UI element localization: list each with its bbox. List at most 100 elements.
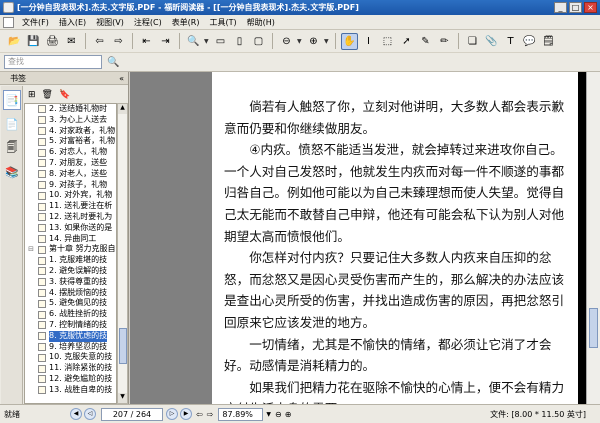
bookmark-item[interactable]: 4. 对家政者，礼物 xyxy=(25,126,116,137)
bookmark-item[interactable]: 10. 对外宾，礼物 xyxy=(25,190,116,201)
bookmark-item[interactable]: 5. 对富裕者，礼物 xyxy=(25,136,116,147)
fit-page-icon[interactable]: ▭ xyxy=(212,33,229,50)
bookmark-item[interactable]: 12. 送礼时要礼为 xyxy=(25,212,116,223)
highlight-icon[interactable]: ✏ xyxy=(436,33,453,50)
bookmark-item[interactable]: 2. 送结婚礼物时 xyxy=(25,104,116,115)
zoom-input[interactable]: 87.89% xyxy=(218,407,264,421)
bookmark-item[interactable]: 11. 送礼要注在析 xyxy=(25,201,116,212)
attachments-tab-icon[interactable]: 📚 xyxy=(3,162,21,182)
delete-bookmark-icon[interactable]: 🗑 xyxy=(42,90,53,100)
prev-page-button-icon[interactable]: ◁ xyxy=(84,408,96,420)
comment-icon[interactable]: 💬 xyxy=(521,33,538,50)
bookmark-item[interactable]: 3. 获得尊重的技 xyxy=(25,277,116,288)
bookmark-item[interactable]: 8. 克服忧虑的技 xyxy=(25,330,116,342)
bookmark-item[interactable]: 6. 战胜挫折的技 xyxy=(25,309,116,320)
search-input[interactable]: 查找 xyxy=(4,55,102,69)
next-page-button-icon[interactable]: ▷ xyxy=(166,408,178,420)
bookmark-item[interactable]: 2. 避免误解的技 xyxy=(25,266,116,277)
snapshot-icon[interactable]: ⬚ xyxy=(379,33,396,50)
zoom-dropdown-icon[interactable]: ▼ xyxy=(266,411,271,418)
menu-insert[interactable]: 插入(E) xyxy=(54,17,91,28)
bookmark-page-icon xyxy=(38,364,46,373)
first-page-button-icon[interactable]: ◀ xyxy=(70,408,82,420)
bookmark-item[interactable]: 10. 克服失意的技 xyxy=(25,352,116,363)
bookmark-page-icon xyxy=(38,288,46,297)
zoom-out-small-icon[interactable]: ⊖ xyxy=(275,410,282,419)
back-icon[interactable]: ⇦ xyxy=(91,33,108,50)
menu-tools[interactable]: 工具(T) xyxy=(205,17,242,28)
bookmark-scrollbar[interactable]: ▲ ▼ xyxy=(117,103,128,404)
expand-bookmark-icon[interactable]: ⊞ xyxy=(28,90,36,100)
bookmark-item[interactable]: 13. 战胜自卑的技 xyxy=(25,385,116,396)
bookmark-item[interactable]: 13. 如果你送的是 xyxy=(25,223,116,234)
zoom-in-small-icon[interactable]: ⊕ xyxy=(285,410,292,419)
menu-comment[interactable]: 注程(C) xyxy=(129,17,167,28)
pages-tab-icon[interactable]: 📄 xyxy=(3,114,21,134)
select-icon[interactable]: ➚ xyxy=(398,33,415,50)
last-page-icon[interactable]: ⇥ xyxy=(157,33,174,50)
add-bookmark-icon[interactable]: 🔖 xyxy=(59,90,70,100)
menu-file[interactable]: 文件(F) xyxy=(17,17,54,28)
collapse-panel-icon[interactable]: « xyxy=(119,74,124,83)
zoom-icon[interactable]: 🔍 xyxy=(185,33,202,50)
attach-icon[interactable]: 📎 xyxy=(483,33,500,50)
document-icon[interactable] xyxy=(3,16,14,28)
layers-tab-icon[interactable]: 🗐 xyxy=(3,138,21,158)
first-page-icon[interactable]: ⇤ xyxy=(138,33,155,50)
zoom-in-icon[interactable]: ⊕ xyxy=(305,33,322,50)
scroll-down-icon[interactable]: ▼ xyxy=(118,393,127,403)
bookmark-item[interactable]: 7. 对朋友，送些 xyxy=(25,158,116,169)
last-page-button-icon[interactable]: ▶ xyxy=(180,408,192,420)
bookmark-item[interactable]: 11. 消除紧张的技 xyxy=(25,363,116,374)
collapse-tree-icon[interactable]: ⊟ xyxy=(27,244,35,255)
pdf-page[interactable]: 倘若有人触怒了你，立刻对他讲明，大多数人都会表示歉意而仍要和你继续做朋友。 ④内疚… xyxy=(212,72,578,404)
bookmark-item[interactable]: 9. 对孩子，礼物 xyxy=(25,180,116,191)
maximize-button[interactable]: □ xyxy=(569,2,582,13)
bookmark-item[interactable]: 14. 异曲同工 xyxy=(25,234,116,245)
bookmark-item[interactable]: 3. 为心上人送去 xyxy=(25,115,116,126)
scroll-up-icon[interactable]: ▲ xyxy=(118,104,127,114)
bookmark-item[interactable]: 9. 培养坚忍的技 xyxy=(25,342,116,353)
typewriter-icon[interactable]: T xyxy=(502,33,519,50)
stamp-icon[interactable]: ❏ xyxy=(464,33,481,50)
menu-view[interactable]: 视图(V) xyxy=(91,17,129,28)
bookmark-item[interactable]: 1. 克服难堪的技 xyxy=(25,255,116,266)
forward-icon[interactable]: ⇨ xyxy=(110,33,127,50)
bookmark-item[interactable]: 4. 摆脱烦恼的技 xyxy=(25,288,116,299)
bookmark-item[interactable]: 12. 避免尴尬的技 xyxy=(25,374,116,385)
bookmark-item[interactable]: 8. 对老人，送些 xyxy=(25,169,116,180)
nav-back-icon[interactable]: ⇦ xyxy=(196,410,203,419)
menu-form[interactable]: 表单(R) xyxy=(167,17,205,28)
note-icon[interactable]: 🗒 xyxy=(540,33,557,50)
bookmark-chapter[interactable]: ⊟ 第十章 努力克服自 xyxy=(25,244,116,255)
minimize-button[interactable]: _ xyxy=(554,2,567,13)
email-icon[interactable]: ✉ xyxy=(63,33,80,50)
zoom-dropdown-icon[interactable]: ▼ xyxy=(204,38,210,45)
bookmark-item[interactable]: 6. 对恋人，礼物 xyxy=(25,147,116,158)
scroll-thumb[interactable] xyxy=(119,328,127,364)
zoom-out-icon[interactable]: ⊖ xyxy=(278,33,295,50)
print-icon[interactable]: 🖨 xyxy=(44,33,61,50)
search-icon[interactable]: 🔍 xyxy=(105,54,122,71)
text-select-icon[interactable]: Ⅰ xyxy=(360,33,377,50)
hand-tool-icon[interactable]: ✋ xyxy=(341,32,358,50)
bookmark-item[interactable]: 7. 控制情绪的技 xyxy=(25,320,116,331)
bookmark-item[interactable]: 5. 避免偏见的技 xyxy=(25,298,116,309)
nav-forward-icon[interactable]: ⇨ xyxy=(207,410,214,419)
bookmark-label: 6. 战胜挫折的技 xyxy=(49,309,108,319)
close-button[interactable]: × xyxy=(584,2,597,13)
actual-size-icon[interactable]: ▢ xyxy=(250,33,267,50)
menu-help[interactable]: 帮助(H) xyxy=(242,17,280,28)
annotation-icon[interactable]: ✎ xyxy=(417,33,434,50)
fit-width-icon[interactable]: ▯ xyxy=(231,33,248,50)
bookmark-label: 8. 对老人，送些 xyxy=(49,168,108,178)
save-icon[interactable]: 💾 xyxy=(25,33,42,50)
zoom-in-dropdown-icon[interactable]: ▼ xyxy=(324,38,330,45)
bookmark-label: 2. 送结婚礼物时 xyxy=(49,104,108,113)
bookmarks-tab-icon[interactable]: 📑 xyxy=(3,90,21,110)
page-number-input[interactable]: 207 / 264 xyxy=(101,407,163,421)
document-scroll-thumb[interactable] xyxy=(589,308,598,348)
zoom-out-dropdown-icon[interactable]: ▼ xyxy=(297,38,303,45)
document-scrollbar[interactable] xyxy=(586,72,600,404)
open-icon[interactable]: 📂 xyxy=(6,33,23,50)
